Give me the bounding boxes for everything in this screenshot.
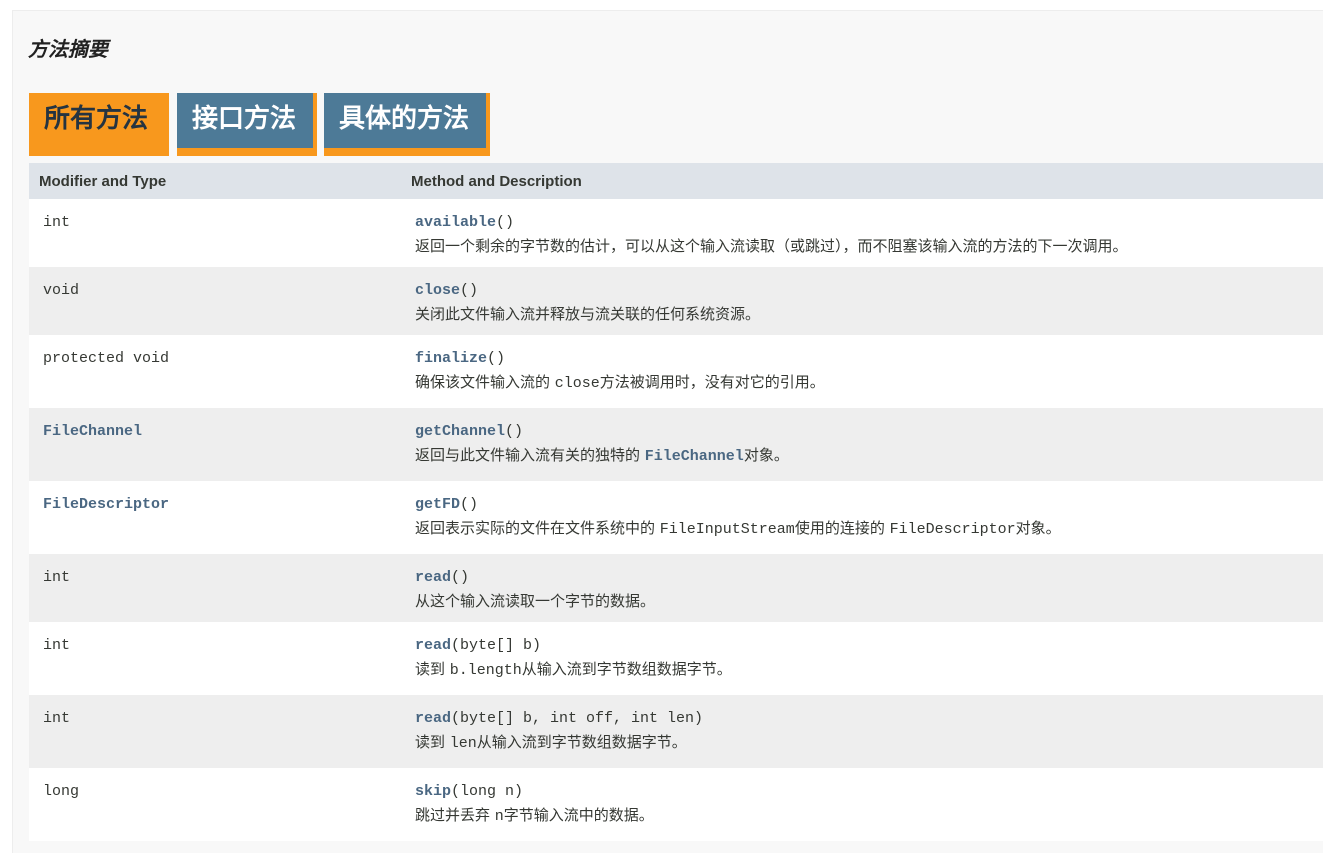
method-description: 返回与此文件输入流有关的独特的 FileChannel对象。 (415, 444, 1323, 465)
method-description-cell: close() 关闭此文件输入流并释放与流关联的任何系统资源。 (401, 267, 1323, 335)
method-description: 读到 b.length从输入流到字节数组数据字节。 (415, 658, 1323, 679)
description-text: 确保该文件输入流的 (415, 373, 555, 391)
description-text: 字节输入流中的数据。 (503, 806, 654, 824)
method-description-cell: read(byte[] b, int off, int len) 读到 len从输… (401, 695, 1323, 768)
description-text: 读到 (415, 660, 450, 678)
method-description: 返回一个剩余的字节数的估计，可以从这个输入流读取（或跳过），而不阻塞该输入流的方… (415, 235, 1323, 256)
return-type-link[interactable]: FileDescriptor (43, 496, 169, 513)
column-header-method: Method and Description (401, 163, 1323, 199)
method-return-type-cell: FileDescriptor (29, 481, 401, 554)
method-params: () (451, 569, 470, 586)
method-name-link[interactable]: close (415, 282, 460, 299)
return-type: protected void (43, 350, 170, 367)
column-header-type: Modifier and Type (29, 163, 401, 199)
description-text: 从这个输入流读取一个字节的数据。 (415, 592, 656, 610)
method-params: (byte[] b, int off, int len) (451, 710, 704, 727)
table-row: int available() 返回一个剩余的字节数的估计，可以从这个输入流读取（或… (29, 199, 1323, 267)
table-header-row: Modifier and Type Method and Description (29, 163, 1323, 199)
section-title: 方法摘要 (28, 37, 108, 61)
return-type: int (43, 710, 71, 727)
return-type: int (43, 637, 71, 654)
method-return-type-cell: int (29, 622, 401, 695)
method-description: 返回表示实际的文件在文件系统中的 FileInputStream使用的连接的 F… (415, 517, 1323, 538)
description-text: 返回一个剩余的字节数的估计，可以从这个输入流读取（或跳过），而不阻塞该输入流的方… (415, 237, 1128, 255)
description-text: 从输入流到字节数组数据字节。 (476, 733, 687, 751)
method-name-link[interactable]: available (415, 214, 496, 231)
method-description-cell: skip(long n) 跳过并丢弃 n字节输入流中的数据。 (401, 768, 1323, 841)
method-description: 读到 len从输入流到字节数组数据字节。 (415, 731, 1323, 752)
method-name-link[interactable]: read (415, 569, 451, 586)
table-row: int read(byte[] b) 读到 b.length从输入流到字节数组数据字… (29, 622, 1323, 695)
method-description: 跳过并丢弃 n字节输入流中的数据。 (415, 804, 1323, 825)
tab-label: 接口方法 (192, 104, 297, 134)
method-description-cell: finalize() 确保该文件输入流的 close方法被调用时，没有对它的引用。 (401, 335, 1323, 408)
table-row: int read(byte[] b, int off, int len) 读到 le… (29, 695, 1323, 768)
description-text: 对象。 (1015, 519, 1061, 537)
description-code: FileInputStream (659, 521, 795, 538)
table-row: int read() 从这个输入流读取一个字节的数据。 (29, 554, 1323, 622)
description-code: n (494, 808, 504, 825)
method-description-cell: getChannel() 返回与此文件输入流有关的独特的 FileChannel对… (401, 408, 1323, 481)
description-code: FileDescriptor (889, 521, 1016, 538)
table-row: void close() 关闭此文件输入流并释放与流关联的任何系统资源。 (29, 267, 1323, 335)
method-params: (byte[] b) (451, 637, 542, 654)
method-description-cell: read(byte[] b) 读到 b.length从输入流到字节数组数据字节。 (401, 622, 1323, 695)
tab-all-methods[interactable]: 所有方法 (29, 93, 169, 156)
method-return-type-cell: FileChannel (29, 408, 401, 481)
description-text: 关闭此文件输入流并释放与流关联的任何系统资源。 (415, 305, 761, 323)
method-params: () (460, 282, 479, 299)
method-name-link[interactable]: getFD (415, 496, 460, 513)
method-return-type-cell: int (29, 554, 401, 622)
method-return-type-cell: long (29, 768, 401, 841)
method-name-link[interactable]: read (415, 637, 451, 654)
method-return-type-cell: void (29, 267, 401, 335)
description-code-link[interactable]: FileChannel (645, 448, 744, 465)
method-name-link[interactable]: finalize (415, 350, 487, 367)
return-type: long (43, 783, 80, 800)
return-type: void (43, 282, 80, 299)
table-row: FileChannel getChannel() 返回与此文件输入流有关的独特的 F… (29, 408, 1323, 481)
method-description: 关闭此文件输入流并释放与流关联的任何系统资源。 (415, 303, 1323, 324)
method-return-type-cell: int (29, 199, 401, 267)
method-description: 确保该文件输入流的 close方法被调用时，没有对它的引用。 (415, 371, 1323, 392)
method-params: () (460, 496, 479, 513)
table-row: FileDescriptor getFD() 返回表示实际的文件在文件系统中的 Fi… (29, 481, 1323, 554)
tab-label: 具体的方法 (339, 104, 470, 134)
description-text: 跳过并丢弃 (415, 806, 495, 824)
method-summary-table: Modifier and Type Method and Description… (29, 163, 1323, 841)
table-row: protected void finalize() 确保该文件输入流的 close方… (29, 335, 1323, 408)
return-type: int (43, 569, 71, 586)
method-description: 从这个输入流读取一个字节的数据。 (415, 590, 1323, 611)
tab-interface-methods[interactable]: 接口方法 (177, 93, 317, 156)
method-name-link[interactable]: read (415, 710, 451, 727)
description-code: close (554, 375, 600, 392)
method-name-link[interactable]: getChannel (415, 423, 505, 440)
method-description-cell: getFD() 返回表示实际的文件在文件系统中的 FileInputStream使… (401, 481, 1323, 554)
description-text: 返回表示实际的文件在文件系统中的 (415, 519, 660, 537)
method-params: () (505, 423, 524, 440)
description-text: 返回与此文件输入流有关的独特的 (415, 446, 645, 464)
return-type-link[interactable]: FileChannel (43, 423, 142, 440)
method-return-type-cell: protected void (29, 335, 401, 408)
description-text: 使用的连接的 (794, 519, 890, 537)
description-code: len (449, 735, 477, 752)
method-params: () (496, 214, 515, 231)
method-description-cell: available() 返回一个剩余的字节数的估计，可以从这个输入流读取（或跳过）… (401, 199, 1323, 267)
method-description-cell: read() 从这个输入流读取一个字节的数据。 (401, 554, 1323, 622)
return-type: int (43, 214, 71, 231)
tab-label: 所有方法 (44, 104, 149, 134)
tab-concrete-methods[interactable]: 具体的方法 (324, 93, 490, 156)
description-code: b.length (449, 662, 522, 679)
description-text: 对象。 (743, 446, 789, 464)
table-row: long skip(long n) 跳过并丢弃 n字节输入流中的数据。 (29, 768, 1323, 841)
description-text: 从输入流到字节数组数据字节。 (521, 660, 732, 678)
description-text: 读到 (415, 733, 450, 751)
method-return-type-cell: int (29, 695, 401, 768)
method-name-link[interactable]: skip (415, 783, 451, 800)
method-params: () (487, 350, 506, 367)
method-params: (long n) (451, 783, 524, 800)
method-summary-panel: 方法摘要 所有方法 接口方法 具体的方法 Modifier and Type M… (12, 10, 1323, 853)
description-text: 方法被调用时，没有对它的引用。 (599, 373, 825, 391)
